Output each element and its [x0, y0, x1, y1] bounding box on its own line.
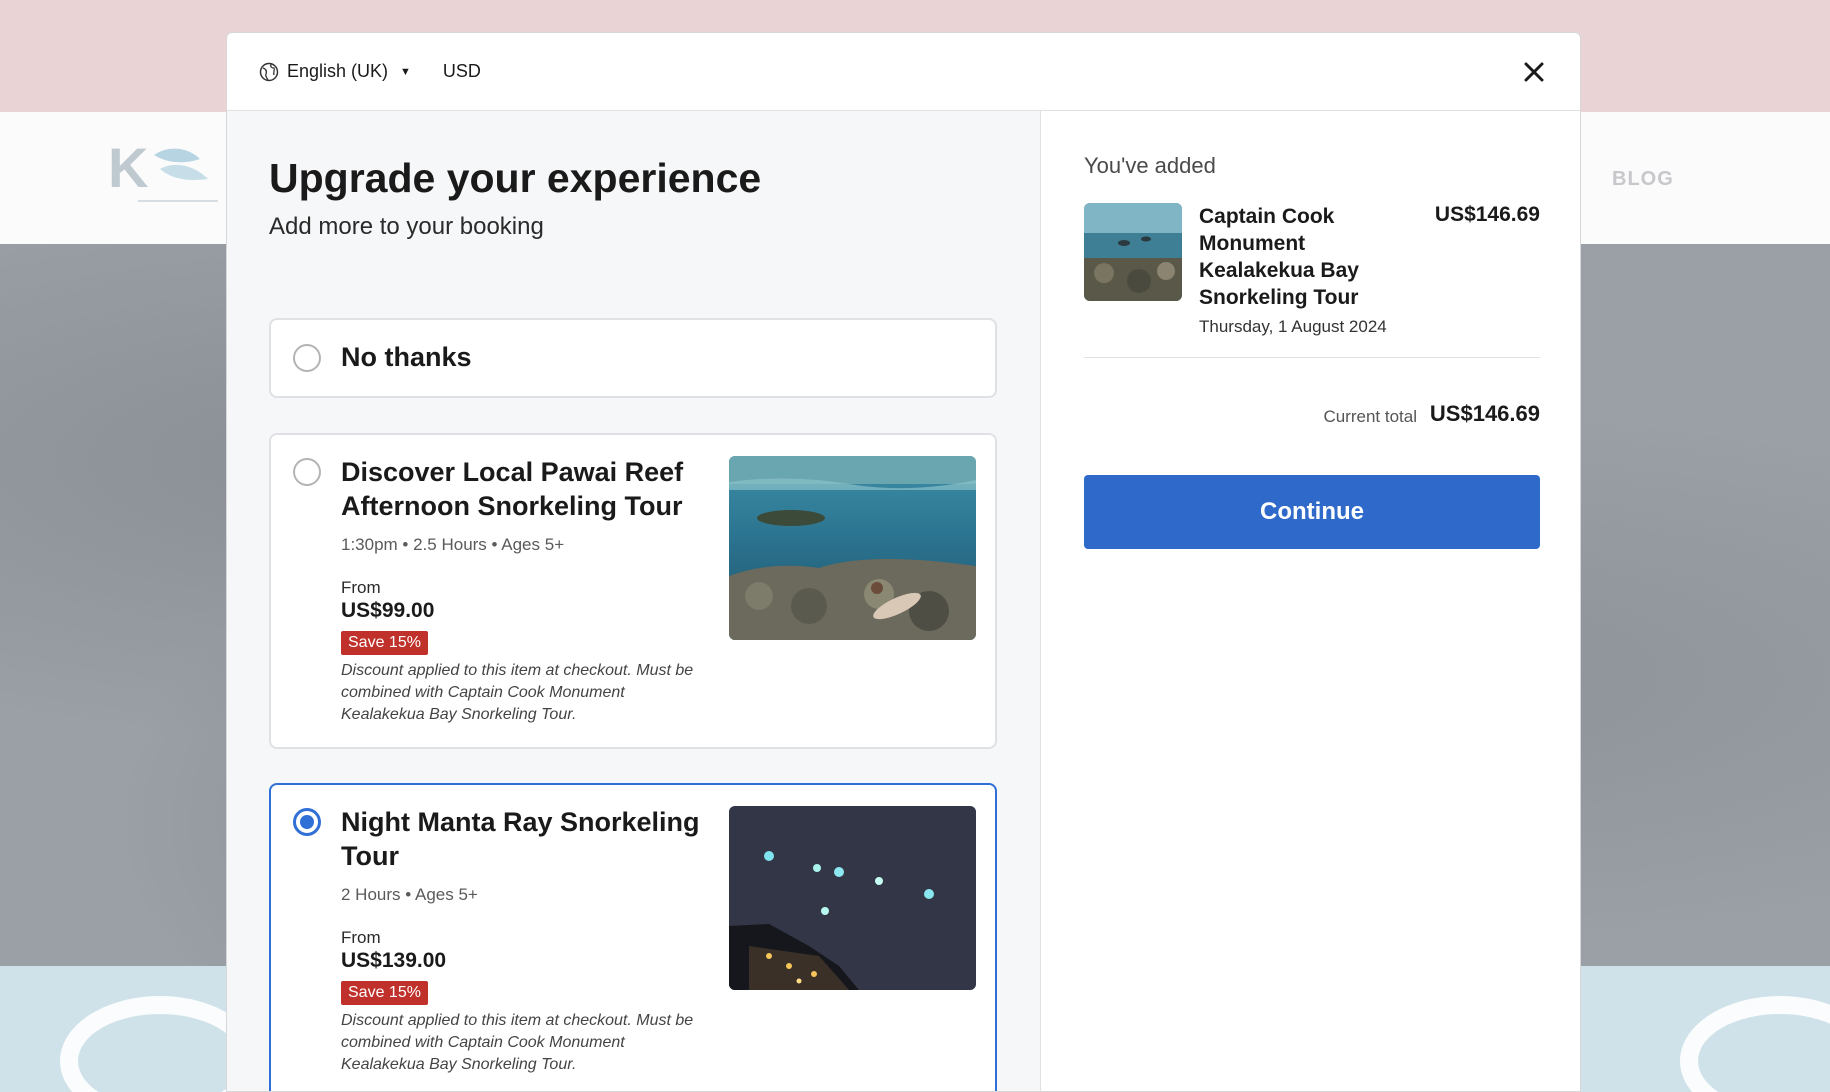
option-radio[interactable]: [293, 458, 321, 486]
added-item-image: [1084, 203, 1182, 301]
language-selector[interactable]: English (UK) ▼: [259, 61, 411, 82]
no-thanks-label: No thanks: [341, 342, 472, 372]
option-card[interactable]: Discover Local Pawai Reef Afternoon Snor…: [269, 433, 997, 749]
option-title: Discover Local Pawai Reef Afternoon Snor…: [341, 457, 684, 521]
upsell-modal: English (UK) ▼ USD Upgrade your experien…: [226, 32, 1581, 1092]
option-from-label: From: [341, 928, 381, 947]
radio-no-thanks[interactable]: [293, 344, 321, 372]
page-subtitle: Add more to your booking: [269, 213, 544, 240]
current-total-value: US$146.69: [1429, 401, 1540, 426]
option-radio-selected[interactable]: [293, 808, 321, 836]
option-from-label: From: [341, 578, 381, 597]
discount-badge: Save 15%: [341, 631, 428, 655]
page-title: Upgrade your experience: [269, 155, 762, 201]
option-price: US$99.00: [341, 599, 435, 622]
upsell-options-panel: Upgrade your experience Add more to your…: [227, 111, 1041, 1091]
globe-icon: [259, 62, 279, 81]
summary-divider: [1084, 357, 1540, 358]
option-price: US$139.00: [341, 949, 447, 972]
added-item-date: Thursday, 1 August 2024: [1199, 317, 1387, 336]
option-meta: 2 Hours • Ages 5+: [341, 885, 478, 904]
language-label: English (UK): [287, 61, 389, 81]
option-note: Discount applied to this item at checkou…: [341, 662, 694, 723]
discount-badge: Save 15%: [341, 981, 428, 1005]
added-item-name: Captain Cook Monument Kealakekua Bay Sno…: [1199, 205, 1359, 309]
continue-button[interactable]: Continue: [1084, 475, 1540, 549]
site-nav-blog[interactable]: BLOG: [1612, 168, 1674, 191]
added-label: You've added: [1084, 153, 1216, 178]
svg-text:K: K: [108, 136, 148, 199]
option-no-thanks[interactable]: No thanks: [269, 318, 997, 398]
close-icon[interactable]: [1520, 58, 1548, 86]
current-total-label: Current total: [1323, 407, 1417, 426]
booking-summary-panel: You've added Captain Cook Monument Keala…: [1042, 111, 1580, 1091]
caret-down-icon: ▼: [400, 65, 411, 78]
modal-toolbar: English (UK) ▼ USD: [227, 33, 1580, 111]
option-title: Night Manta Ray Snorkeling Tour: [341, 807, 700, 871]
option-image: [729, 456, 976, 640]
option-card-selected[interactable]: Night Manta Ray Snorkeling Tour 2 Hours …: [269, 783, 997, 1091]
added-item-price: US$146.69: [1434, 203, 1540, 226]
site-logo: K: [108, 136, 218, 202]
option-image: [729, 806, 976, 990]
option-note: Discount applied to this item at checkou…: [341, 1012, 694, 1073]
currency-selector[interactable]: USD: [443, 61, 481, 82]
option-meta: 1:30pm • 2.5 Hours • Ages 5+: [341, 535, 565, 554]
